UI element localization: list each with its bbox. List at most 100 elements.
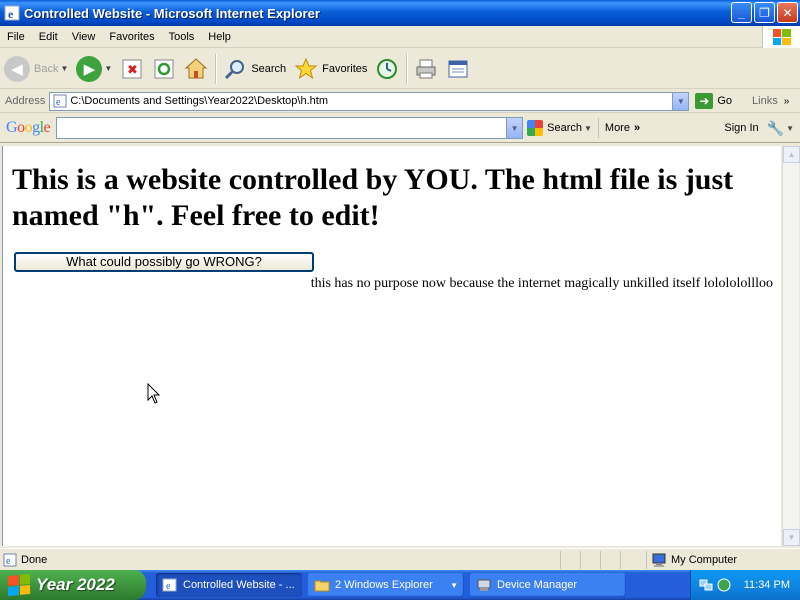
status-panel (580, 551, 600, 569)
internet-explorer-icon: e (4, 5, 20, 21)
google-search-field[interactable]: ▼ (56, 117, 524, 139)
address-label: Address (5, 95, 46, 107)
more-button[interactable]: More » (605, 122, 640, 134)
menu-edit[interactable]: Edit (32, 31, 65, 43)
svg-text:e: e (6, 556, 11, 567)
links-label[interactable]: Links (752, 95, 778, 107)
chevron-down-icon[interactable]: ▼ (584, 124, 592, 133)
taskbar-item-device-manager[interactable]: Device Manager (470, 573, 626, 597)
forward-button[interactable]: ▶ ▼ (72, 52, 116, 86)
zone-label: My Computer (671, 554, 738, 566)
more-label: More (604, 122, 630, 134)
page-done-icon: e (3, 553, 17, 567)
internet-explorer-icon: e (162, 578, 177, 592)
google-search-button[interactable]: Search ▼ (527, 120, 592, 136)
page-icon: e (53, 94, 67, 108)
google-toolbar: Google ▼ Search ▼ More » Sign In 🔧 ▼ (0, 114, 800, 143)
toolbar-separator (215, 53, 217, 84)
go-label: Go (717, 95, 733, 107)
chevron-down-icon[interactable]: ▼ (104, 64, 112, 73)
clock[interactable]: 11:34 PM (744, 579, 790, 591)
stop-button[interactable]: ✖ (116, 52, 148, 86)
close-button[interactable]: ✕ (777, 2, 798, 23)
close-icon: ✕ (782, 5, 793, 20)
chevron-down-icon[interactable]: ▼ (60, 64, 68, 73)
system-tray: 11:34 PM (690, 570, 800, 600)
status-panel (600, 551, 620, 569)
go-button[interactable]: ➜ Go (695, 93, 732, 109)
menu-favorites[interactable]: Favorites (102, 31, 161, 43)
status-text: Done (21, 553, 48, 566)
sign-in-label: Sign In (724, 122, 759, 134)
google-search-icon (527, 120, 544, 136)
svg-text:e: e (8, 7, 14, 21)
status-panels (560, 551, 640, 569)
printer-icon (414, 57, 438, 81)
back-button[interactable]: ◀ Back ▼ (0, 52, 72, 86)
edit-button[interactable] (442, 52, 474, 86)
back-arrow-icon: ◀ (4, 55, 30, 82)
status-panel (620, 551, 640, 569)
taskbar-item-windows-explorer[interactable]: 2 Windows Explorer ▼ (308, 573, 464, 597)
star-icon (294, 57, 318, 81)
home-icon (184, 57, 208, 81)
restore-icon: ❐ (759, 5, 770, 20)
chevron-right-icon[interactable]: » (784, 96, 790, 107)
status-panel (560, 551, 580, 569)
refresh-icon (152, 57, 176, 81)
windows-flag-icon (772, 29, 791, 45)
task-label: Controlled Website - ... (183, 579, 295, 591)
forward-arrow-icon: ▶ (76, 55, 103, 82)
address-url: C:\Documents and Settings\Year2022\Deskt… (70, 95, 328, 107)
search-button[interactable]: Search (219, 52, 290, 86)
menu-tools[interactable]: Tools (162, 31, 202, 43)
folder-icon (314, 580, 330, 592)
google-search-label: Search (547, 122, 582, 134)
menu-view[interactable]: View (65, 31, 103, 43)
google-search-input[interactable] (57, 118, 498, 138)
vertical-scrollbar[interactable]: ▲ ▼ (782, 146, 800, 546)
maximize-button[interactable]: ❐ (754, 2, 775, 23)
network-icon[interactable] (699, 578, 713, 592)
status-bar: e Done My Computer (0, 548, 800, 570)
menu-help[interactable]: Help (201, 31, 238, 43)
favorites-button[interactable]: Favorites (290, 52, 371, 86)
back-label: Back (34, 62, 59, 75)
menu-file[interactable]: File (0, 31, 32, 43)
chevron-down-icon[interactable]: ▼ (786, 124, 794, 133)
window-title: Controlled Website - Microsoft Internet … (24, 5, 320, 21)
scroll-down-icon[interactable]: ▼ (783, 529, 800, 546)
sign-in-button[interactable]: Sign In 🔧 ▼ (724, 120, 794, 137)
home-button[interactable] (180, 52, 212, 86)
address-input[interactable]: e C:\Documents and Settings\Year2022\Des… (49, 91, 690, 111)
stop-icon: ✖ (120, 57, 144, 81)
taskbar-item-controlled-website[interactable]: e Controlled Website - ... (156, 573, 302, 597)
title-bar[interactable]: e Controlled Website - Microsoft Interne… (0, 0, 800, 26)
favorites-label: Favorites (322, 62, 368, 75)
chevron-down-icon[interactable]: ▼ (672, 92, 689, 110)
start-button[interactable]: Year 2022 (0, 570, 146, 600)
windows-flag-icon (8, 573, 30, 597)
device-manager-icon (477, 579, 491, 591)
svg-text:✖: ✖ (127, 63, 138, 78)
history-button[interactable] (371, 52, 403, 86)
security-zone: My Computer (646, 551, 737, 569)
my-computer-icon (652, 553, 666, 567)
go-arrow-icon: ➜ (695, 93, 714, 109)
refresh-button[interactable] (148, 52, 180, 86)
globe-icon[interactable] (717, 578, 731, 592)
svg-text:e: e (166, 581, 171, 592)
mail-button[interactable] (410, 52, 442, 86)
chevron-down-icon: ▼ (450, 580, 458, 590)
minimize-button[interactable]: _ (731, 2, 752, 23)
toolbar-separator (597, 118, 599, 138)
chevron-down-icon[interactable]: ▼ (506, 118, 523, 138)
mouse-cursor-icon (147, 383, 161, 404)
scroll-up-icon[interactable]: ▲ (783, 146, 800, 163)
google-logo: Google (6, 119, 51, 136)
standard-toolbar: ◀ Back ▼ ▶ ▼ ✖ Search Favorites (0, 49, 800, 89)
what-could-go-wrong-button[interactable]: What could possibly go WRONG? (14, 252, 314, 272)
wrench-icon[interactable]: 🔧 (767, 120, 784, 137)
edit-page-icon (446, 57, 470, 81)
page-heading: This is a website controlled by YOU. The… (12, 163, 734, 232)
